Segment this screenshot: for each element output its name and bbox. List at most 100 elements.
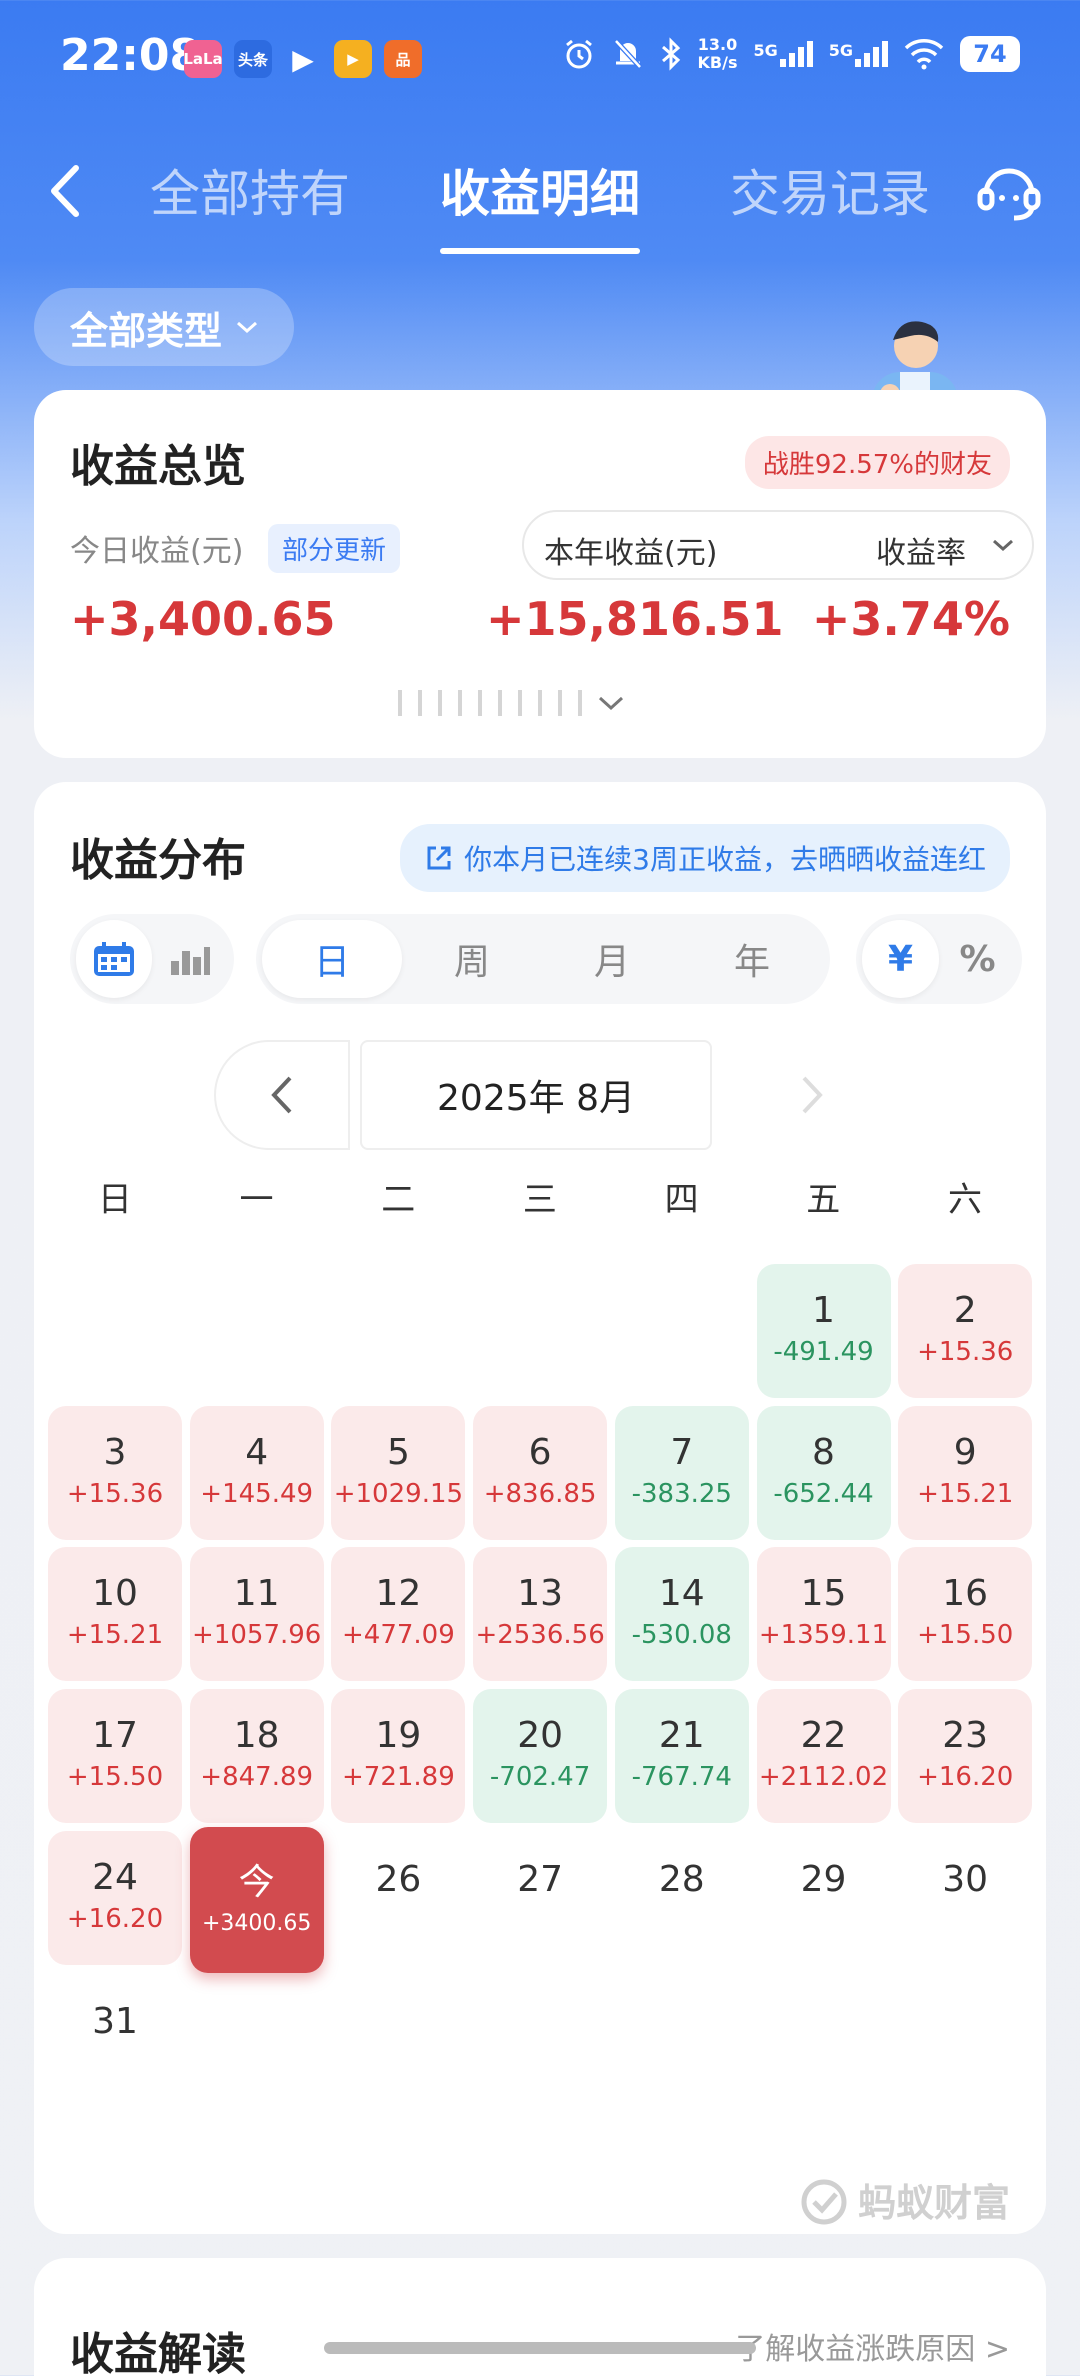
earnings-distribution-card: 收益分布 你本月已连续3周正收益，去晒晒收益连红 日 周 月 年 ¥ % 202… xyxy=(34,782,1046,2234)
rate-value: +3.74% xyxy=(811,592,1010,646)
month-label[interactable]: 2025年 8月 xyxy=(360,1040,712,1150)
calendar-day[interactable]: 28 xyxy=(615,1831,749,1965)
calendar-day[interactable]: 31 xyxy=(48,1973,182,2107)
back-arrow-icon[interactable] xyxy=(36,156,96,226)
weekday-label: 日 xyxy=(97,1180,132,1220)
day-earnings: -767.74 xyxy=(631,1762,732,1793)
bar-chart-view-button[interactable] xyxy=(152,920,228,998)
calendar-day[interactable]: 6 +836.85 xyxy=(473,1405,608,1540)
day-number: 15 xyxy=(800,1573,847,1615)
network-speed: 13.0 KB/s xyxy=(697,35,738,72)
day-number: 5 xyxy=(386,1431,410,1473)
calendar-day[interactable]: 18 +847.89 xyxy=(189,1689,324,1824)
chevron-down-icon xyxy=(598,696,624,711)
calendar-icon xyxy=(94,942,134,976)
day-number: 11 xyxy=(233,1573,280,1615)
period-year-tab[interactable]: 年 xyxy=(682,920,822,998)
calendar-day[interactable]: 10 +15.21 xyxy=(48,1547,182,1682)
day-earnings: +15.36 xyxy=(917,1337,1014,1367)
day-number: 6 xyxy=(528,1431,552,1473)
earnings-overview-card: 收益总览 战胜92.57%的财友 今日收益(元) 部分更新 本年收益(元) 收益… xyxy=(34,390,1046,758)
day-earnings: +15.21 xyxy=(66,1620,164,1651)
calendar-day[interactable]: 29 xyxy=(757,1831,891,1965)
tab-earnings-detail[interactable]: 收益明细 xyxy=(440,154,640,254)
weekday-label: 六 xyxy=(947,1180,982,1220)
day-number: 8 xyxy=(812,1431,835,1473)
tab-transaction-records[interactable]: 交易记录 xyxy=(730,154,930,254)
share-streak-chip[interactable]: 你本月已连续3周正收益，去晒晒收益连红 xyxy=(400,824,1010,892)
calendar-day-today[interactable]: 今 +3400.65 xyxy=(189,1826,324,1973)
calendar-day[interactable]: 11 +1057.96 xyxy=(189,1547,324,1682)
calendar-day[interactable]: 20 -702.47 xyxy=(473,1689,608,1824)
calendar-day[interactable]: 1 -491.49 xyxy=(756,1264,891,1398)
home-indicator[interactable] xyxy=(324,2342,756,2354)
play-app-icon: ▶ xyxy=(292,42,314,76)
partial-update-badge[interactable]: 部分更新 xyxy=(268,524,401,573)
calendar-day[interactable]: 16 +15.50 xyxy=(898,1547,1033,1682)
day-earnings: +3400.65 xyxy=(201,1910,312,1936)
chevron-down-icon xyxy=(237,321,257,334)
calendar-day[interactable]: 30 xyxy=(898,1831,1032,1965)
calendar-day[interactable]: 8 -652.44 xyxy=(756,1405,891,1540)
day-earnings: -530.08 xyxy=(631,1620,732,1651)
period-week-tab[interactable]: 周 xyxy=(402,920,542,998)
unit-yuan-button[interactable]: ¥ xyxy=(862,920,939,998)
unit-percent-button[interactable]: % xyxy=(939,920,1016,998)
period-day-tab[interactable]: 日 xyxy=(262,920,402,998)
tab-all-holdings[interactable]: 全部持有 xyxy=(150,154,350,254)
day-number: 9 xyxy=(953,1431,977,1473)
signal-sim2-icon: 5G xyxy=(829,41,888,67)
day-number: 3 xyxy=(103,1431,127,1473)
customer-service-icon[interactable] xyxy=(974,156,1044,226)
calendar-day[interactable]: 22 +2112.02 xyxy=(756,1689,891,1824)
day-earnings: +847.89 xyxy=(200,1762,314,1793)
day-earnings: +15.50 xyxy=(66,1762,164,1793)
calendar-day[interactable]: 13 +2536.56 xyxy=(473,1547,608,1682)
expand-details-toggle[interactable] xyxy=(398,686,718,720)
day-number: 27 xyxy=(517,1858,563,1900)
video-app-icon: ▶ xyxy=(334,40,372,78)
calendar-day[interactable]: 5 +1029.15 xyxy=(331,1405,466,1540)
day-number: 2 xyxy=(953,1290,977,1331)
year-rate-selector[interactable]: 本年收益(元) 收益率 xyxy=(522,510,1034,580)
calendar-day[interactable]: 27 xyxy=(473,1831,607,1965)
calendar-day[interactable]: 23 +16.20 xyxy=(898,1689,1033,1824)
calendar-day[interactable]: 9 +15.21 xyxy=(898,1405,1033,1540)
calendar-day[interactable]: 12 +477.09 xyxy=(331,1547,466,1682)
calendar-day[interactable]: 17 +15.50 xyxy=(48,1689,182,1824)
ant-logo-icon xyxy=(801,2179,847,2224)
calendar-day[interactable]: 4 +145.49 xyxy=(189,1405,324,1540)
calendar-day[interactable]: 2 +15.36 xyxy=(898,1264,1033,1398)
weekday-label: 五 xyxy=(806,1180,841,1220)
unit-switcher: ¥ % xyxy=(856,914,1022,1004)
calendar-day[interactable]: 7 -383.25 xyxy=(614,1405,749,1540)
day-earnings: -491.49 xyxy=(773,1337,874,1367)
day-number: 13 xyxy=(517,1573,563,1615)
day-earnings: +15.21 xyxy=(917,1478,1014,1509)
day-earnings: +15.36 xyxy=(66,1478,164,1509)
calendar-day[interactable]: 15 +1359.11 xyxy=(756,1547,891,1682)
day-earnings: +16.20 xyxy=(66,1903,164,1934)
signal-sim1-icon: 5G xyxy=(753,41,813,67)
day-number: 29 xyxy=(800,1858,847,1900)
interpretation-link[interactable]: 了解收益涨跌原因 > xyxy=(735,2324,1010,2368)
watermark-text: 蚂蚁财富 xyxy=(857,2181,1010,2225)
calendar-day[interactable]: 14 -530.08 xyxy=(614,1547,749,1682)
prev-month-button[interactable] xyxy=(214,1040,350,1150)
calendar-view-button[interactable] xyxy=(76,920,152,998)
calendar-day[interactable]: 3 +15.36 xyxy=(48,1405,182,1540)
calendar-day[interactable]: 26 xyxy=(331,1831,465,1965)
day-number: 12 xyxy=(375,1573,422,1615)
weekday-label: 一 xyxy=(239,1180,274,1220)
day-number: 30 xyxy=(942,1858,989,1900)
calendar-day[interactable]: 21 -767.74 xyxy=(614,1689,749,1824)
next-month-button[interactable] xyxy=(744,1040,880,1150)
rank-badge[interactable]: 战胜92.57%的财友 xyxy=(744,436,1010,489)
calendar-day[interactable]: 19 +721.89 xyxy=(331,1689,466,1824)
day-earnings: +1359.11 xyxy=(758,1620,889,1651)
day-number: 28 xyxy=(658,1858,705,1900)
chevron-down-icon xyxy=(993,539,1013,552)
period-month-tab[interactable]: 月 xyxy=(542,920,682,998)
type-filter-dropdown[interactable]: 全部类型 xyxy=(34,288,294,366)
calendar-day[interactable]: 24 +16.20 xyxy=(48,1830,182,1965)
